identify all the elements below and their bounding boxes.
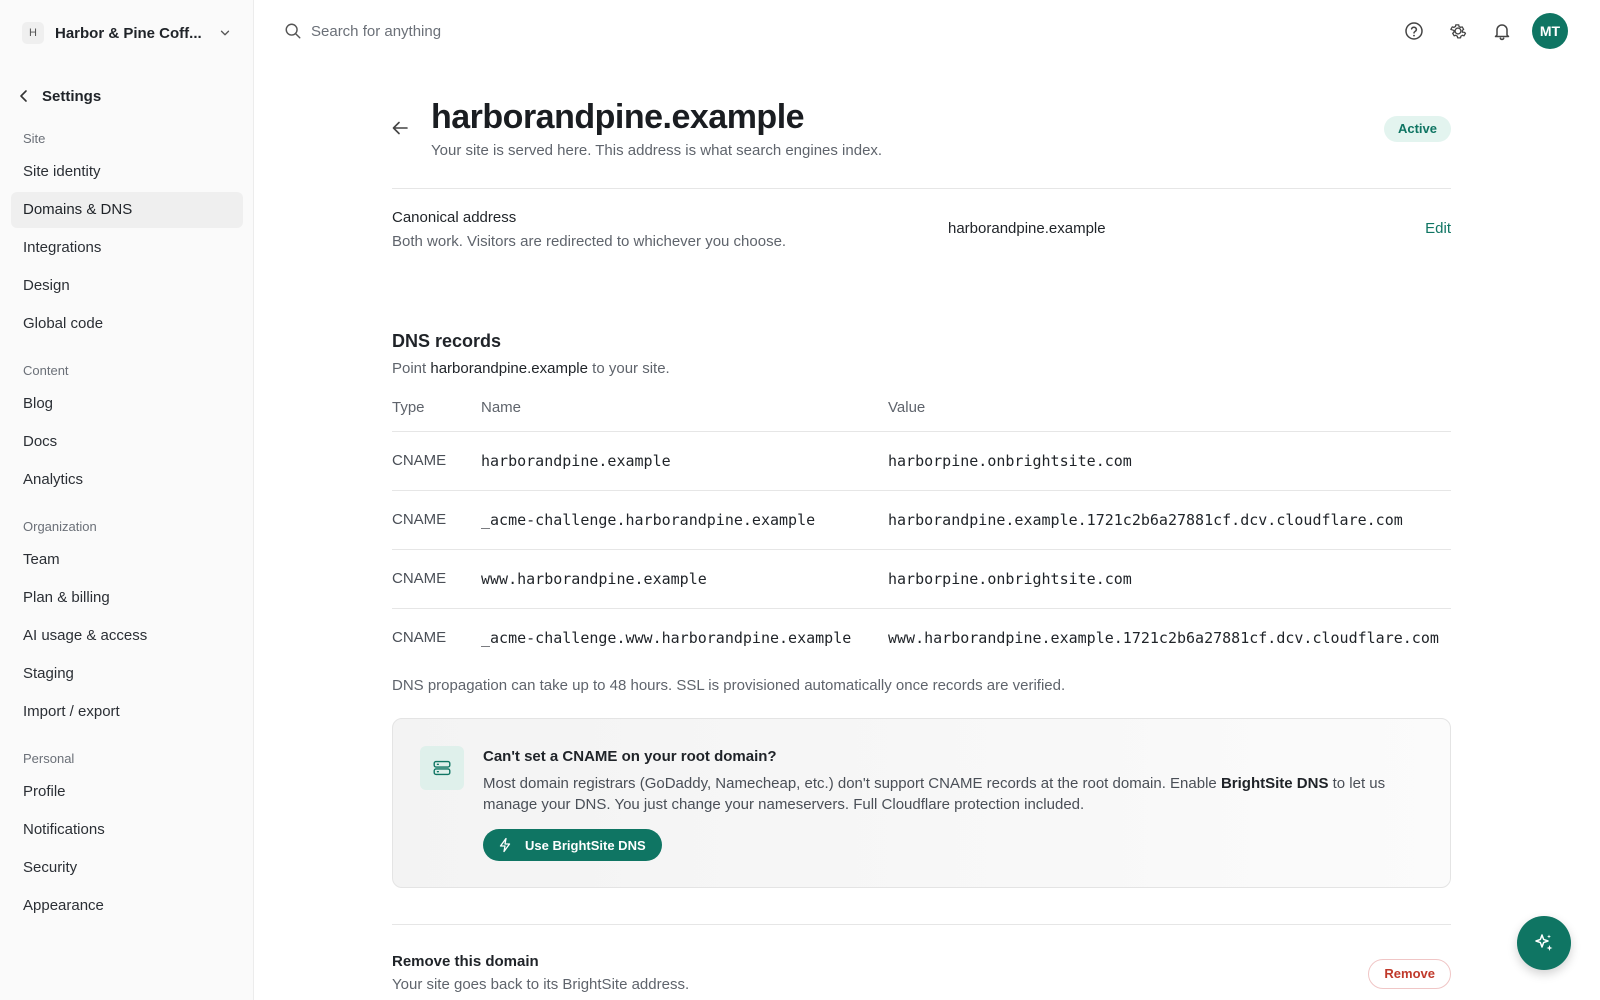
propagation-note: DNS propagation can take up to 48 hours.… — [392, 677, 1066, 694]
sidebar-item-security[interactable]: Security — [11, 850, 243, 886]
record-type: CNAME — [392, 490, 481, 550]
canonical-label: Canonical address — [392, 209, 517, 226]
record-type: CNAME — [392, 549, 481, 609]
record-name: _acme-challenge.harborandpine.example — [481, 490, 888, 550]
sidebar-item-global-code[interactable]: Global code — [11, 306, 243, 342]
notifications-button[interactable] — [1490, 19, 1514, 43]
sidebar-item-ai-usage[interactable]: AI usage & access — [11, 618, 243, 654]
column-header-name: Name — [481, 395, 888, 432]
dns-records-table: Type Name Value CNAME harborandpine.exam… — [392, 395, 1451, 667]
record-name: www.harborandpine.example — [481, 549, 888, 609]
callout-body-text: Most domain registrars (GoDaddy, Nameche… — [483, 775, 1217, 792]
remove-button[interactable]: Remove — [1368, 959, 1451, 989]
table-row: CNAME _acme-challenge.harborandpine.exam… — [392, 490, 1451, 550]
table-row: CNAME www.harborandpine.example harborpi… — [392, 549, 1451, 609]
help-icon — [1405, 22, 1423, 40]
remove-description: Your site goes back to its BrightSite ad… — [392, 976, 690, 993]
dns-sub-suffix: to your site. — [592, 360, 670, 377]
remove-domain-row: Remove this domain Your site goes back t… — [392, 925, 1451, 1000]
chevron-left-icon — [20, 90, 27, 102]
brightsite-dns-callout: Can't set a CNAME on your root domain? M… — [392, 718, 1451, 888]
sidebar-item-design[interactable]: Design — [11, 268, 243, 304]
settings-back-link[interactable]: Settings — [12, 84, 101, 108]
sidebar-item-notifications[interactable]: Notifications — [11, 812, 243, 848]
sidebar-item-team[interactable]: Team — [11, 542, 243, 578]
record-value: harborpine.onbrightsite.com — [888, 549, 1451, 609]
use-brightsite-dns-button[interactable]: Use BrightSite DNS — [483, 829, 662, 861]
callout-body-bold: BrightSite DNS — [1220, 775, 1329, 792]
sidebar-item-integrations[interactable]: Integrations — [11, 230, 243, 266]
record-name: _acme-challenge.www.harborandpine.exampl… — [481, 628, 852, 647]
record-value: harborpine.onbrightsite.com — [888, 431, 1451, 491]
cta-label: Use BrightSite DNS — [525, 837, 646, 853]
server-icon — [420, 746, 464, 790]
org-name: Harbor & Pine Coff... — [55, 24, 202, 42]
nav-group-site: Site Site identity Domains & DNS Integra… — [11, 126, 243, 342]
sidebar-item-site-identity[interactable]: Site identity — [11, 154, 243, 190]
canonical-description: Both work. Visitors are redirected to wh… — [392, 233, 787, 250]
nav-group-organization: Organization Team Plan & billing AI usag… — [11, 514, 243, 730]
sidebar-item-profile[interactable]: Profile — [11, 774, 243, 810]
bell-icon — [1494, 24, 1510, 41]
settings-back-label: Settings — [42, 87, 102, 105]
top-actions: MT — [1382, 13, 1568, 49]
sidebar: H Harbor & Pine Coff... Settings Site Si… — [0, 0, 254, 1000]
settings-button[interactable] — [1446, 19, 1470, 43]
canonical-address-row: Canonical address Both work. Visitors ar… — [392, 189, 1451, 289]
search-icon — [285, 23, 301, 39]
help-button[interactable] — [1402, 19, 1426, 43]
table-row: CNAME _acme-challenge.www.harborandpine.… — [392, 608, 1451, 667]
search-bar — [284, 18, 711, 44]
dns-sub-domain: harborandpine.example — [430, 360, 588, 377]
sidebar-item-appearance[interactable]: Appearance — [11, 888, 243, 924]
sparkle-icon — [1535, 934, 1553, 951]
remove-title: Remove this domain — [392, 953, 539, 970]
nav-group-content: Content Blog Docs Analytics — [11, 358, 243, 498]
org-badge: H — [22, 22, 44, 44]
page-subtitle: Your site is served here. This address i… — [431, 142, 883, 159]
record-name: harborandpine.example — [481, 431, 888, 491]
arrow-left-icon[interactable] — [388, 116, 412, 140]
canonical-value: harborandpine.example — [948, 220, 1106, 237]
domain-header: harborandpine.example Your site is serve… — [392, 92, 1451, 188]
column-header-type: Type — [392, 395, 481, 432]
sidebar-item-docs[interactable]: Docs — [11, 424, 243, 460]
record-value: www.harborandpine.example.1721c2b6a27881… — [888, 628, 1439, 647]
org-switcher[interactable]: H Harbor & Pine Coff... — [12, 16, 242, 50]
search-input[interactable] — [311, 22, 711, 40]
sidebar-item-blog[interactable]: Blog — [11, 386, 243, 422]
record-value: harborandpine.example.1721c2b6a27881cf.d… — [888, 490, 1451, 550]
avatar[interactable]: MT — [1532, 13, 1568, 49]
dns-records-subtitle: Point harborandpine.example to your site… — [392, 360, 1451, 377]
dns-records-title: DNS records — [392, 331, 502, 351]
sidebar-item-domains-dns[interactable]: Domains & DNS — [11, 192, 243, 228]
nav-group-title: Personal — [23, 751, 75, 766]
callout-body: Most domain registrars (GoDaddy, Nameche… — [483, 773, 1433, 815]
nav-group-title: Organization — [23, 519, 97, 534]
dns-sub-prefix: Point — [392, 360, 427, 377]
callout-title: Can't set a CNAME on your root domain? — [483, 748, 777, 765]
sidebar-item-import-export[interactable]: Import / export — [11, 694, 243, 730]
gear-icon — [1450, 24, 1467, 39]
chevron-down-icon — [220, 30, 230, 36]
nav-group-title: Site — [23, 131, 46, 146]
status-badge: Active — [1383, 116, 1451, 142]
ai-assistant-button[interactable] — [1517, 916, 1571, 970]
table-header-row: Type Name Value — [392, 395, 1451, 432]
sidebar-item-staging[interactable]: Staging — [11, 656, 243, 692]
nav-group-title: Content — [23, 363, 69, 378]
record-type: CNAME — [392, 629, 447, 647]
domain-detail: harborandpine.example Your site is serve… — [392, 92, 1451, 1000]
sidebar-item-plan-billing[interactable]: Plan & billing — [11, 580, 243, 616]
page-title: harborandpine.example — [431, 98, 805, 136]
settings-nav: Site Site identity Domains & DNS Integra… — [11, 126, 243, 940]
record-type: CNAME — [392, 431, 481, 491]
bolt-icon — [499, 837, 511, 853]
nav-group-personal: Personal Profile Notifications Security … — [11, 746, 243, 924]
column-header-value: Value — [888, 395, 1451, 432]
sidebar-item-analytics[interactable]: Analytics — [11, 462, 243, 498]
table-row: CNAME harborandpine.example harborpine.o… — [392, 431, 1451, 491]
canonical-edit-link[interactable]: Edit — [1425, 220, 1451, 237]
